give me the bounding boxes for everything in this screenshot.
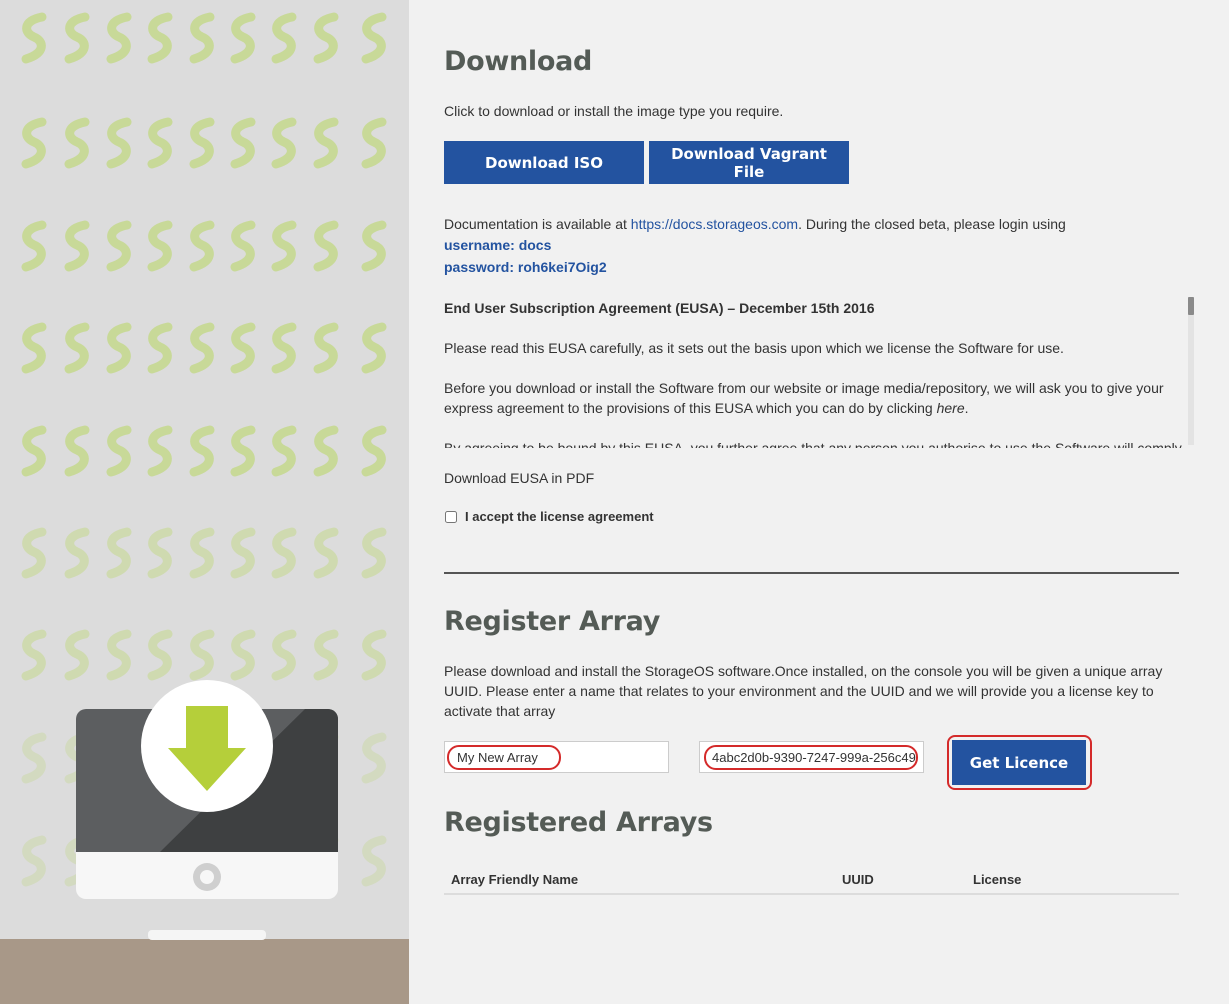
- column-header-uuid[interactable]: UUID: [842, 866, 973, 894]
- eusa-paragraph-1: Please read this EUSA carefully, as it s…: [444, 340, 1064, 356]
- registered-arrays-table: Array Friendly Name UUID License: [444, 866, 1179, 895]
- eusa-title: End User Subscription Agreement (EUSA) –…: [444, 300, 875, 316]
- docs-prefix: Documentation is available at: [444, 216, 631, 232]
- table-header-row: Array Friendly Name UUID License: [444, 866, 1179, 894]
- eusa-paragraph-2-end: .: [964, 400, 969, 416]
- accept-license-checkbox[interactable]: [445, 510, 457, 523]
- decorative-side-panel: [0, 0, 409, 1004]
- register-heading: Register Array: [444, 606, 661, 637]
- eusa-paragraph-2-text: Before you download or install the Softw…: [444, 380, 1164, 416]
- accept-license-label: I accept the license agreement: [465, 509, 654, 524]
- eusa-paragraph-3: By agreeing to be bound by this EUSA, yo…: [444, 440, 1182, 448]
- docs-link[interactable]: https://docs.storageos.com: [631, 216, 798, 232]
- register-description: Please download and install the StorageO…: [444, 663, 1163, 719]
- docs-suffix: . During the closed beta, please login u…: [798, 216, 1066, 232]
- array-name-highlight: [447, 745, 561, 770]
- accept-license-row[interactable]: I accept the license agreement: [444, 509, 654, 524]
- download-vagrant-button[interactable]: Download Vagrant File: [649, 141, 849, 184]
- get-licence-button[interactable]: Get Licence: [952, 740, 1086, 785]
- column-header-license[interactable]: License: [973, 866, 1179, 894]
- download-heading: Download: [444, 46, 593, 77]
- password-credential: password: roh6kei7Oig2: [444, 259, 607, 275]
- docs-note: Documentation is available at https://do…: [444, 214, 1189, 234]
- username-credential: username: docs: [444, 237, 552, 253]
- column-header-friendly-name[interactable]: Array Friendly Name: [444, 866, 842, 894]
- download-iso-button[interactable]: Download ISO: [444, 141, 644, 184]
- array-uuid-highlight: [704, 745, 918, 770]
- eusa-scrollbar[interactable]: [1188, 297, 1194, 445]
- monitor-download-icon: [76, 680, 338, 940]
- registered-arrays-heading: Registered Arrays: [444, 807, 713, 838]
- download-intro: Click to download or install the image t…: [444, 103, 784, 119]
- eusa-paragraph-2: Before you download or install the Softw…: [444, 378, 1189, 418]
- eusa-scroll-box[interactable]: End User Subscription Agreement (EUSA) –…: [444, 296, 1189, 448]
- eusa-here-link[interactable]: here: [937, 400, 965, 416]
- eusa-scroll-thumb[interactable]: [1188, 297, 1194, 315]
- section-divider: [444, 572, 1179, 574]
- download-eusa-pdf-link[interactable]: Download EUSA in PDF: [444, 468, 594, 488]
